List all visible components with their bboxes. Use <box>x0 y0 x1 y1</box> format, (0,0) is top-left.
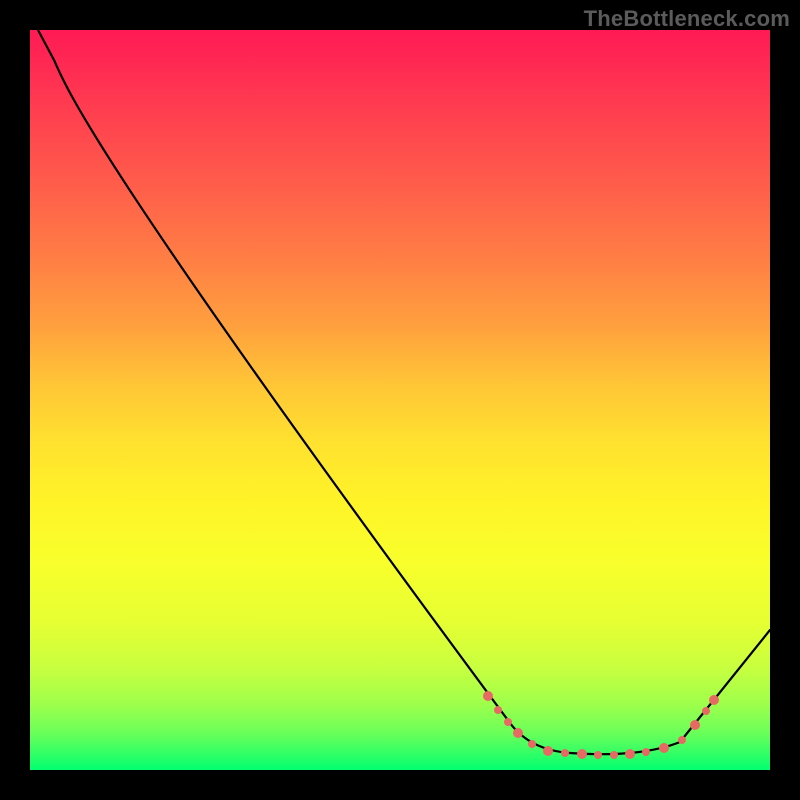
highlight-dot <box>659 743 669 753</box>
highlight-dot <box>702 707 710 715</box>
highlight-dot <box>577 749 587 759</box>
highlight-dot <box>483 691 493 701</box>
highlight-dots <box>483 691 719 759</box>
highlight-dot <box>709 695 719 705</box>
highlight-dot <box>494 706 502 714</box>
watermark-label: TheBottleneck.com <box>584 6 790 32</box>
bottleneck-curve <box>38 30 770 754</box>
highlight-dot <box>528 740 536 748</box>
plot-area <box>30 30 770 770</box>
curve-layer <box>30 30 770 770</box>
highlight-dot <box>561 749 569 757</box>
highlight-dot <box>642 748 650 756</box>
highlight-dot <box>678 736 686 744</box>
highlight-dot <box>504 718 512 726</box>
highlight-dot <box>610 751 618 759</box>
highlight-dot <box>594 751 602 759</box>
highlight-dot <box>625 749 635 759</box>
chart-frame: TheBottleneck.com <box>0 0 800 800</box>
highlight-dot <box>690 720 700 730</box>
highlight-dot <box>513 728 523 738</box>
highlight-dot <box>543 746 553 756</box>
